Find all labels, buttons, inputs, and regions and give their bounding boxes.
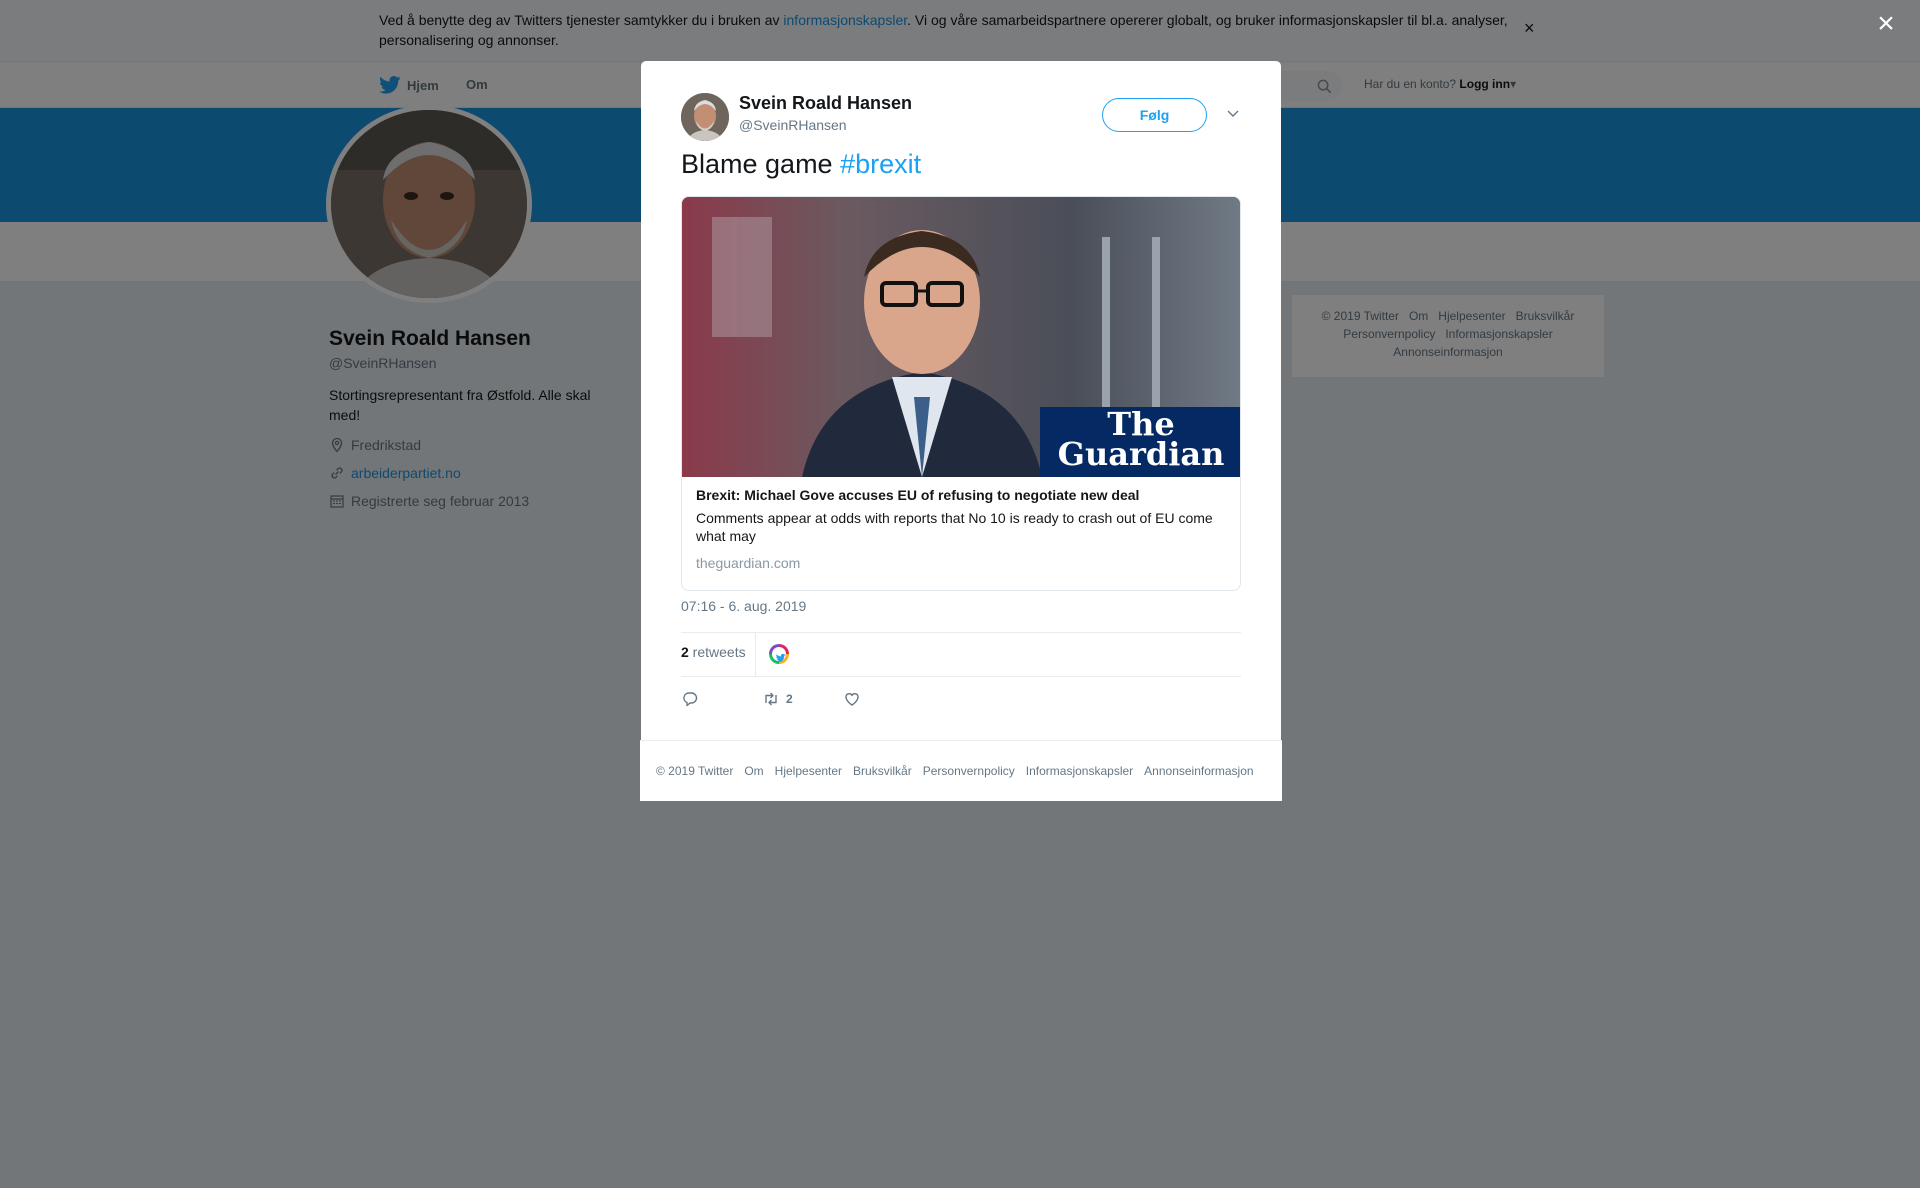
tweet-author-name[interactable]: Svein Roald Hansen [739, 93, 912, 114]
footer-link-ads[interactable]: Annonseinformasjon [1144, 764, 1253, 778]
retweets-label: retweets [688, 644, 746, 660]
chevron-down-icon[interactable] [1225, 105, 1241, 121]
follow-button[interactable]: Følg [1102, 98, 1207, 132]
tweet-author-handle[interactable]: @SveinRHansen [739, 117, 847, 133]
stats-separator [755, 632, 756, 676]
footer-link-terms[interactable]: Bruksvilkår [853, 764, 912, 778]
tweet-author-avatar[interactable] [681, 93, 729, 141]
hashtag-link[interactable]: #brexit [840, 149, 921, 179]
footer-copyright: © 2019 Twitter [656, 764, 734, 778]
footer-link-cookies[interactable]: Informasjonskapsler [1026, 764, 1133, 778]
footer-link-help[interactable]: Hjelpesenter [775, 764, 842, 778]
retweet-button[interactable]: 2 [762, 689, 793, 709]
footer-link-privacy[interactable]: Personvernpolicy [923, 764, 1015, 778]
reply-icon [683, 692, 698, 707]
card-title: Brexit: Michael Gove accuses EU of refus… [696, 487, 1140, 503]
divider [681, 632, 1241, 633]
card-image: The Guardian [682, 197, 1240, 477]
link-card[interactable]: The Guardian Brexit: Michael Gove accuse… [681, 196, 1241, 591]
tweet-text: Blame game #brexit [681, 149, 922, 179]
modal-footer: © 2019 Twitter Om Hjelpesenter Bruksvilk… [640, 740, 1282, 801]
card-domain: theguardian.com [696, 555, 801, 571]
retweet-icon [765, 692, 777, 706]
retweet-action-count: 2 [786, 692, 793, 706]
retweet-count: 2 [681, 644, 689, 660]
tweet-timestamp[interactable]: 07:16 - 6. aug. 2019 [681, 598, 806, 614]
guardian-logo-text: The Guardian [1057, 405, 1225, 473]
divider [681, 676, 1241, 677]
retweeter-avatar[interactable] [767, 642, 791, 666]
tweet-modal: Svein Roald Hansen @SveinRHansen Følg Bl… [641, 61, 1281, 740]
footer-link-about[interactable]: Om [744, 764, 763, 778]
avatar-photo [681, 93, 729, 141]
retweet-stats[interactable]: 2 retweets [681, 644, 746, 660]
close-icon[interactable]: × [1872, 9, 1900, 39]
reply-button[interactable] [681, 689, 699, 709]
like-button[interactable] [843, 689, 861, 709]
heart-icon [845, 693, 859, 706]
card-description: Comments appear at odds with reports tha… [696, 510, 1213, 544]
